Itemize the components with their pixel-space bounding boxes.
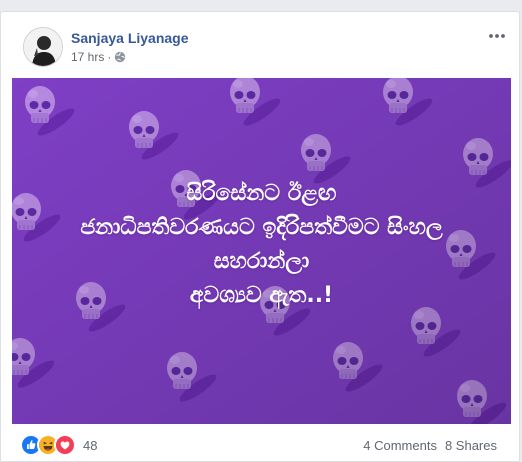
post-image-text-line: ජනාධිපතිවරණයට ඉදිරිපත්වීමට සිංහල [80, 215, 443, 240]
post-image-text-line: සහරාන්ලා [213, 249, 310, 274]
reaction-count[interactable]: 48 [83, 438, 97, 453]
engagement-links: 4 Comments 8 Shares [355, 432, 497, 458]
love-icon[interactable] [54, 434, 76, 456]
post-footer: 48 4 Comments 8 Shares [1, 432, 519, 458]
reactions-summary[interactable]: 48 [20, 432, 97, 458]
meta-separator: · [107, 50, 112, 64]
avatar[interactable] [23, 27, 63, 67]
post-card: Sanjaya Liyanage 17 hrs · සිරිසේනට ඊළඟ ජ… [0, 11, 520, 462]
post-meta: 17 hrs · [71, 50, 126, 64]
shares-link[interactable]: 8 Shares [445, 438, 497, 453]
post-image[interactable]: සිරිසේනට ඊළඟ ජනාධිපතිවරණයට ඉදිරිපත්වීමට … [12, 78, 511, 424]
more-options-button[interactable] [485, 26, 509, 46]
post-image-text-line: සිරිසේනට ඊළඟ [186, 181, 337, 206]
post-timestamp[interactable]: 17 hrs [71, 50, 104, 64]
comments-link[interactable]: 4 Comments [363, 438, 437, 453]
post-image-text: සිරිසේනට ඊළඟ ජනාධිපතිවරණයට ඉදිරිපත්වීමට … [12, 177, 511, 313]
post-image-text-line: අවශ්‍යව ඇත..! [189, 283, 334, 308]
post-header: Sanjaya Liyanage 17 hrs · [1, 12, 519, 78]
author-name[interactable]: Sanjaya Liyanage [71, 30, 189, 46]
globe-icon[interactable] [114, 51, 126, 63]
more-options-icon [489, 34, 505, 38]
